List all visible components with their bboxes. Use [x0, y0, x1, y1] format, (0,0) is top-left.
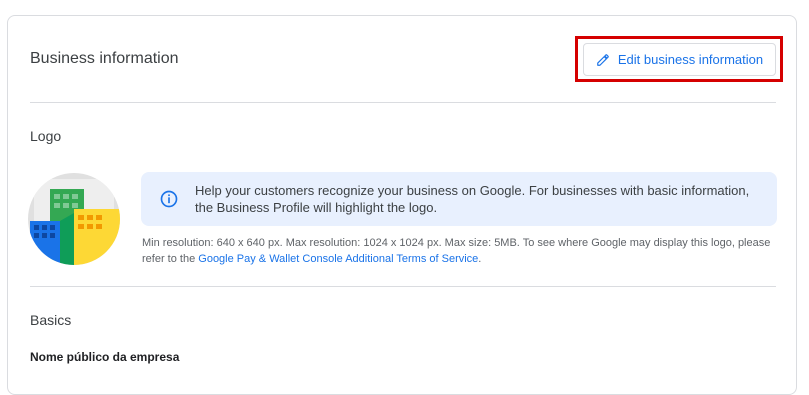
terms-of-service-link[interactable]: Google Pay & Wallet Console Additional T… — [198, 253, 478, 265]
edit-business-information-button[interactable]: Edit business information — [583, 43, 776, 76]
divider — [30, 102, 776, 103]
basics-section-heading: Basics — [30, 312, 72, 328]
business-information-card: Business information Edit business infor… — [7, 15, 797, 395]
info-icon — [160, 190, 178, 208]
public-business-name-label: Nome público da empresa — [30, 350, 180, 364]
logo-requirements: Min resolution: 640 x 640 px. Max resolu… — [142, 235, 782, 267]
business-logo-image[interactable] — [28, 173, 120, 265]
pencil-icon — [597, 53, 609, 66]
logo-section-heading: Logo — [30, 128, 62, 144]
logo-info-text: Help your customers recognize your busin… — [195, 183, 750, 215]
logo-info-banner: Help your customers recognize your busin… — [141, 172, 777, 226]
divider — [30, 286, 776, 287]
logo-requirements-suffix: . — [478, 253, 482, 265]
card-title: Business information — [30, 50, 179, 67]
edit-button-label: Edit business information — [617, 52, 764, 67]
